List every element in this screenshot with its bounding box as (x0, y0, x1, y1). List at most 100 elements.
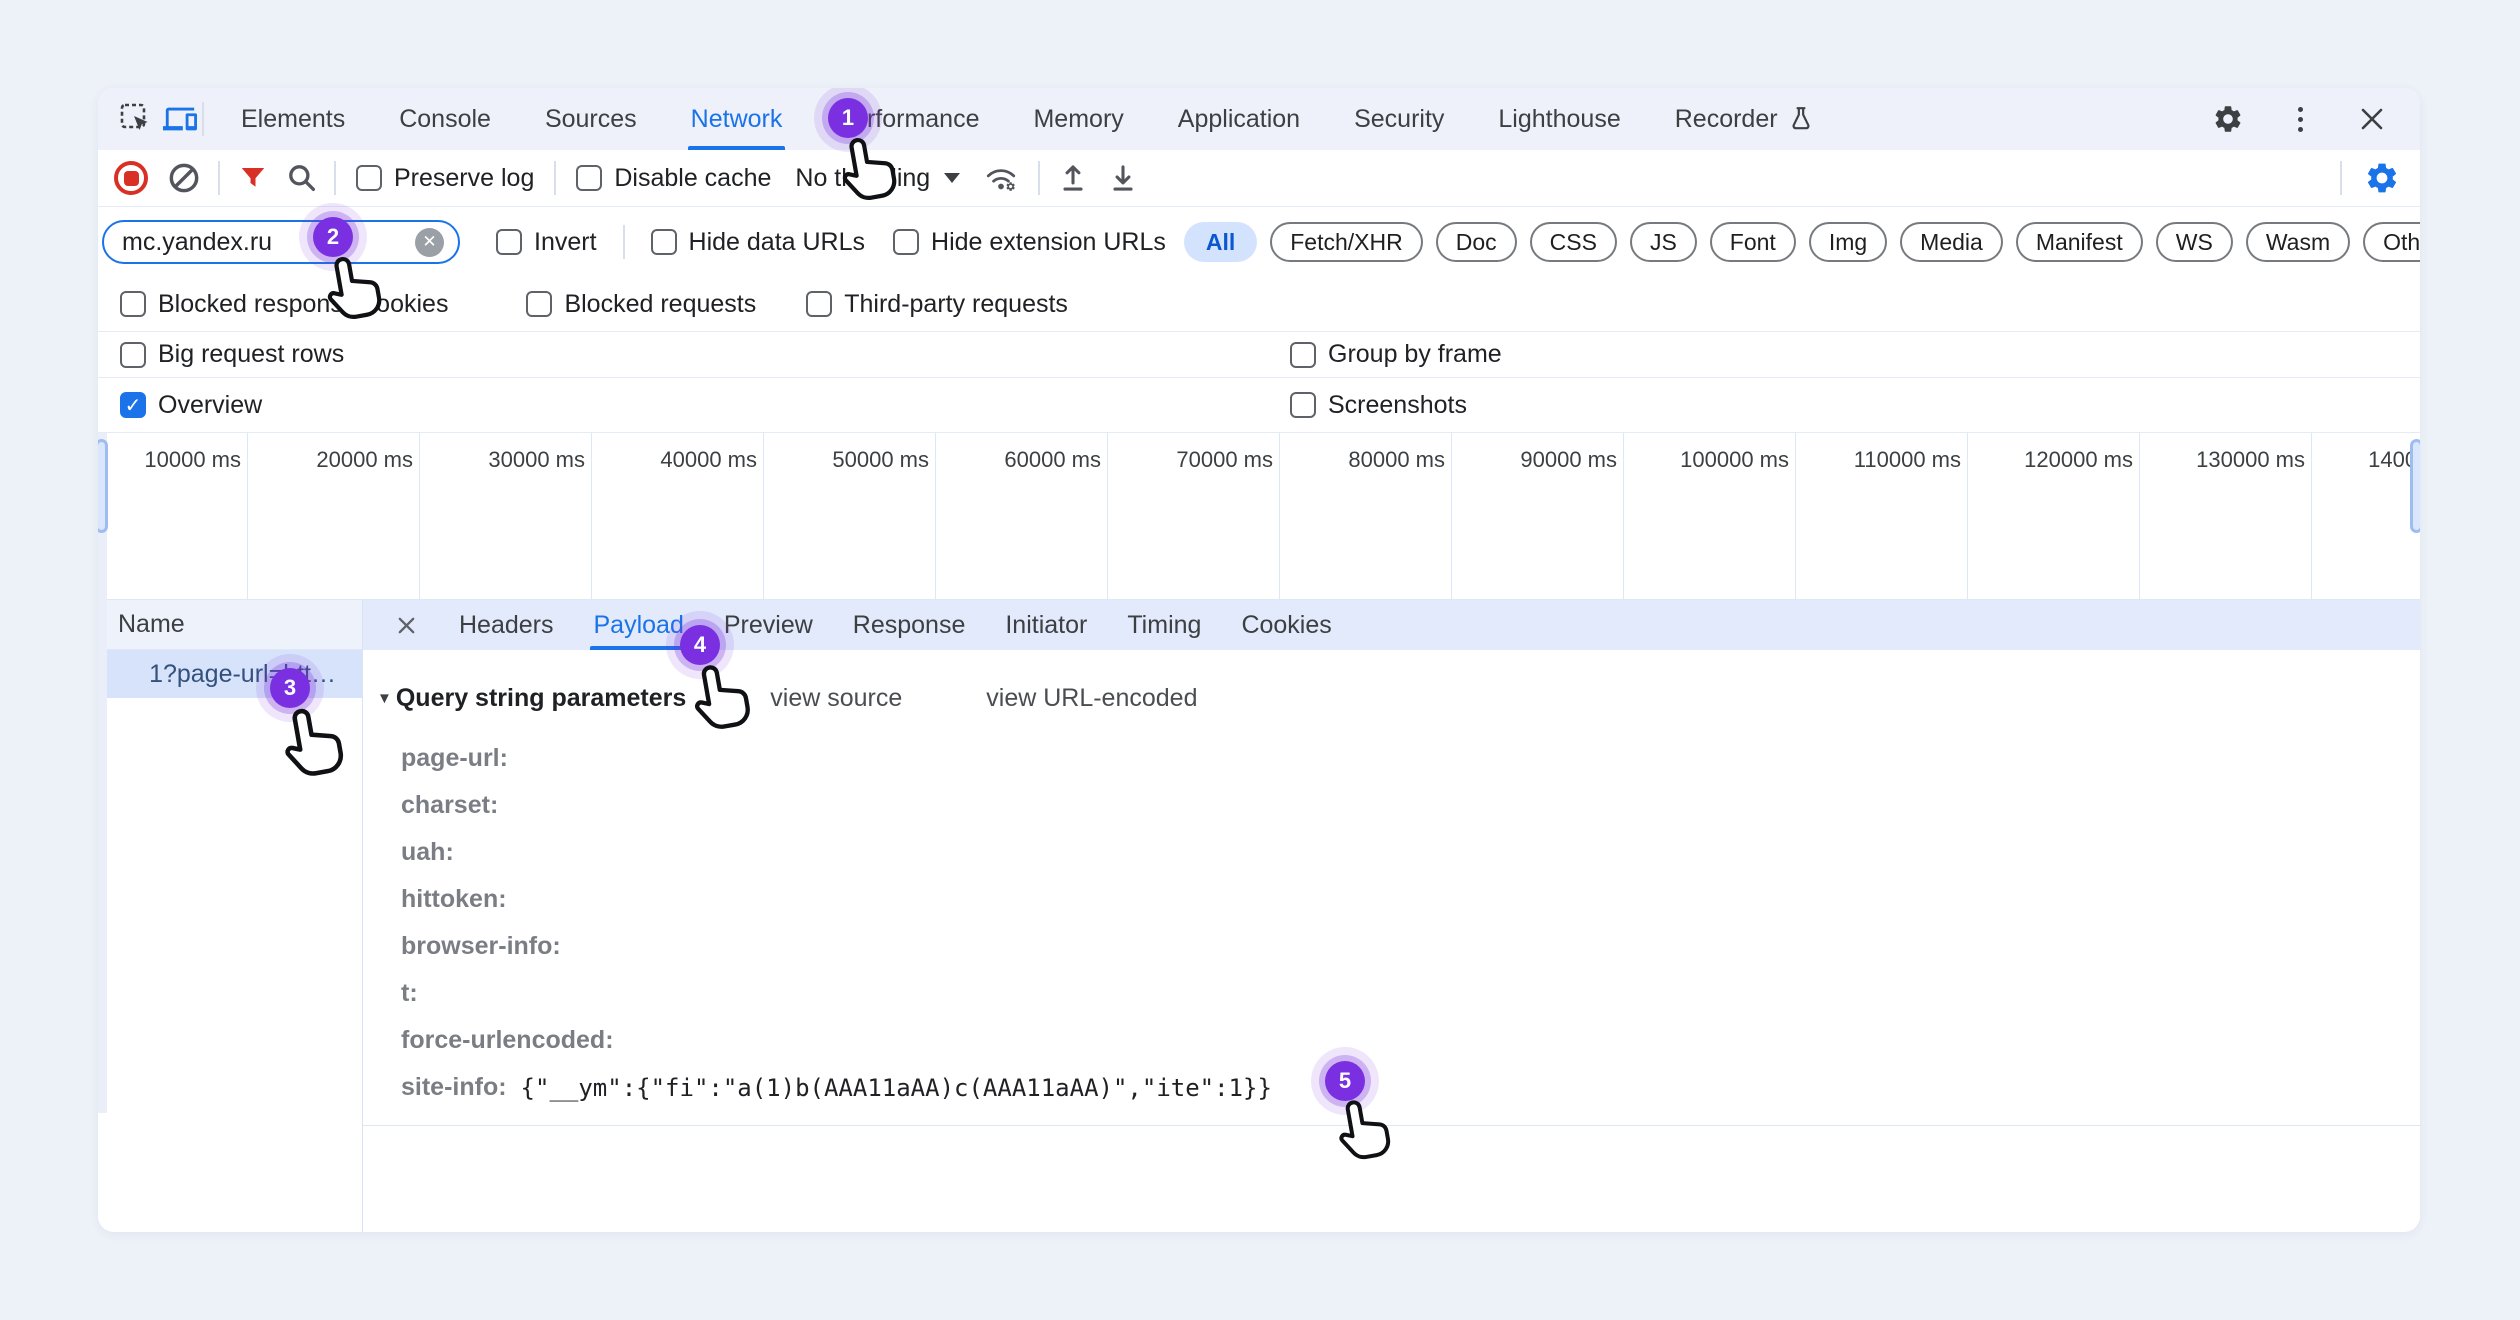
name-column-header[interactable]: Name (98, 600, 362, 650)
timeline-tick: 50000 ms (764, 433, 936, 599)
chip-doc[interactable]: Doc (1436, 222, 1517, 262)
chip-other[interactable]: Other (2363, 222, 2420, 262)
param-row: uah: (377, 829, 2420, 876)
big-request-rows-checkbox[interactable]: Big request rows (120, 340, 344, 369)
disable-cache-label: Disable cache (614, 164, 771, 193)
tab-lighthouse[interactable]: Lighthouse (1471, 88, 1647, 150)
experiment-flask-icon (1788, 105, 1814, 133)
hide-data-urls-box[interactable] (651, 229, 677, 255)
tab-memory[interactable]: Memory (1006, 88, 1150, 150)
tab-sources[interactable]: Sources (518, 88, 664, 150)
chip-img[interactable]: Img (1809, 222, 1887, 262)
rows-options-row: Big request rows Group by frame (98, 332, 2420, 378)
chip-manifest[interactable]: Manifest (2016, 222, 2143, 262)
detail-tab-cookies[interactable]: Cookies (1241, 600, 1331, 650)
param-key: charset: (401, 791, 498, 820)
tab-application[interactable]: Application (1151, 88, 1327, 150)
preserve-log-checkbox[interactable]: Preserve log (356, 164, 534, 193)
record-network-log-icon[interactable] (114, 161, 148, 195)
tabbar-right-controls (2206, 97, 2420, 141)
request-type-chips: All Fetch/XHR Doc CSS JS Font Img Media Manifest… (1184, 222, 2420, 262)
network-settings-gear-icon[interactable] (2364, 160, 2400, 196)
detail-tab-payload[interactable]: Payload (594, 600, 684, 650)
query-string-section-header: ▼ Query string parameters view source vi… (377, 684, 2420, 713)
tab-console[interactable]: Console (372, 88, 518, 150)
detail-tab-initiator[interactable]: Initiator (1005, 600, 1087, 650)
chip-css[interactable]: CSS (1530, 222, 1617, 262)
timeline-tick: 40000 ms (592, 433, 764, 599)
chevron-down-icon (944, 173, 960, 183)
timeline-tick: 130000 ms (2140, 433, 2312, 599)
view-url-encoded-link[interactable]: view URL-encoded (986, 684, 1197, 713)
timeline-tick: 30000 ms (420, 433, 592, 599)
preserve-log-box[interactable] (356, 165, 382, 191)
main-tabs: ElementsConsoleSourcesNetworkPerformance… (214, 88, 1841, 150)
detail-tab-response[interactable]: Response (853, 600, 966, 650)
network-overview-timeline[interactable]: 10000 ms20000 ms30000 ms40000 ms50000 ms… (98, 433, 2420, 600)
timeline-tick: 20000 ms (248, 433, 420, 599)
filter-input[interactable]: mc.yandex.ru ✕ (102, 220, 460, 264)
overview-box-checked[interactable]: ✓ (120, 392, 146, 418)
chip-fetch-xhr[interactable]: Fetch/XHR (1270, 222, 1422, 262)
search-icon[interactable] (286, 162, 318, 194)
detail-tabbar: Headers Payload Preview Response Initiator Ti… (363, 600, 2420, 650)
chip-ws[interactable]: WS (2156, 222, 2233, 262)
invert-box[interactable] (496, 229, 522, 255)
overview-right-handle[interactable] (2410, 439, 2420, 533)
blocked-requests-checkbox[interactable]: Blocked requests (526, 290, 756, 319)
screenshots-checkbox[interactable]: Screenshots (1290, 391, 1467, 420)
timeline-tick: 140000 ms (2312, 433, 2420, 599)
group-by-frame-checkbox[interactable]: Group by frame (1290, 340, 1502, 369)
request-rows: 1?page-url=htt… (98, 650, 362, 698)
disable-cache-box[interactable] (576, 165, 602, 191)
clear-filter-icon[interactable]: ✕ (415, 228, 444, 257)
param-key: page-url: (401, 744, 508, 773)
kebab-menu-icon[interactable] (2278, 97, 2322, 141)
tab-elements[interactable]: Elements (214, 88, 372, 150)
third-party-requests-checkbox[interactable]: Third-party requests (806, 290, 1068, 319)
devtools-window: ElementsConsoleSourcesNetworkPerformance… (98, 88, 2420, 1232)
overview-checkbox[interactable]: ✓ Overview (120, 391, 262, 420)
detail-tab-headers[interactable]: Headers (459, 600, 554, 650)
device-toolbar-icon[interactable] (158, 97, 202, 141)
chip-all[interactable]: All (1184, 222, 1257, 262)
hand-cursor-icon (272, 691, 367, 786)
timeline-ticks: 10000 ms20000 ms30000 ms40000 ms50000 ms… (98, 433, 2420, 599)
request-row[interactable]: 1?page-url=htt… (98, 650, 362, 698)
view-source-link[interactable]: view source (770, 684, 902, 713)
param-row: hittoken: (377, 876, 2420, 923)
network-conditions-icon[interactable] (982, 161, 1020, 195)
close-detail-icon[interactable] (393, 612, 419, 638)
detail-tabs: Headers Payload Preview Response Initiator Ti… (459, 600, 1332, 650)
close-icon[interactable] (2350, 97, 2394, 141)
import-har-icon[interactable] (1058, 162, 1088, 194)
chip-wasm[interactable]: Wasm (2246, 222, 2350, 262)
tab-recorder[interactable]: Recorder (1648, 88, 1841, 150)
param-row: browser-info: (377, 923, 2420, 970)
hide-extension-urls-box[interactable] (893, 229, 919, 255)
param-row: charset: (377, 782, 2420, 829)
tab-network[interactable]: Network (664, 88, 810, 150)
requests-and-details: Name 1?page-url=htt… Headers Payload Previ… (98, 600, 2420, 1232)
detail-tab-preview[interactable]: Preview (724, 600, 813, 650)
chip-js[interactable]: JS (1630, 222, 1697, 262)
chip-media[interactable]: Media (1900, 222, 2003, 262)
chip-font[interactable]: Font (1710, 222, 1796, 262)
export-har-icon[interactable] (1108, 162, 1138, 194)
hide-data-urls-checkbox[interactable]: Hide data URLs (651, 228, 865, 257)
filter-input-value: mc.yandex.ru (122, 228, 272, 257)
disable-cache-checkbox[interactable]: Disable cache (576, 164, 771, 193)
triangle-down-icon[interactable]: ▼ (377, 690, 392, 707)
param-key: t: (401, 979, 418, 1008)
invert-checkbox[interactable]: Invert (496, 228, 597, 257)
detail-tab-timing[interactable]: Timing (1127, 600, 1201, 650)
inspect-icon[interactable] (114, 97, 158, 141)
param-key: browser-info: (401, 932, 561, 961)
hide-extension-urls-checkbox[interactable]: Hide extension URLs (893, 228, 1166, 257)
clear-network-log-icon[interactable] (168, 162, 200, 194)
query-string-params: page-url: charset: uah:hittoken: browser-in… (377, 735, 2420, 1111)
gear-icon[interactable] (2206, 97, 2250, 141)
tab-security[interactable]: Security (1327, 88, 1471, 150)
filter-icon[interactable] (238, 163, 268, 193)
overview-left-handle[interactable] (98, 439, 108, 533)
